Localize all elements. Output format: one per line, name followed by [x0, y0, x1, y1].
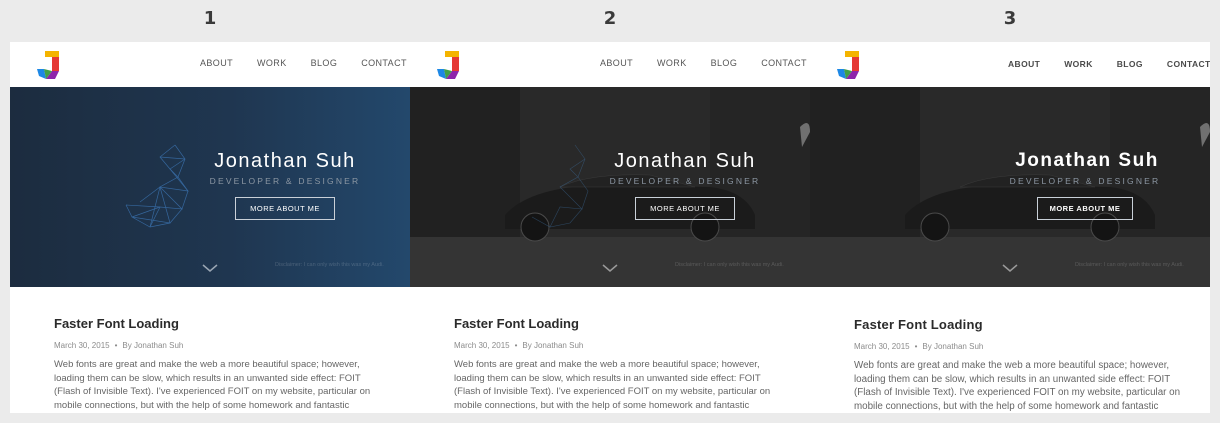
- post-title[interactable]: Faster Font Loading: [54, 316, 374, 331]
- more-about-me-button[interactable]: MORE ABOUT ME: [635, 197, 735, 220]
- hero-name: Jonathan Suh: [214, 150, 356, 172]
- site-header: ABOUT WORK BLOG CONTACT: [410, 42, 810, 87]
- nav-about[interactable]: ABOUT: [200, 58, 233, 68]
- j-logo-icon[interactable]: [35, 49, 63, 81]
- j-logo-icon[interactable]: [435, 49, 463, 81]
- car-photo-background: [410, 87, 810, 287]
- main-nav: ABOUT WORK BLOG CONTACT: [1008, 59, 1210, 69]
- nav-work[interactable]: WORK: [257, 58, 287, 68]
- post-excerpt: Web fonts are great and make the web a m…: [54, 359, 371, 411]
- screenshot-panel-1: ABOUT WORK BLOG CONTACT Jonathan Suh DEV…: [10, 42, 410, 413]
- nav-about[interactable]: ABOUT: [1008, 59, 1040, 69]
- post-date: March 30, 2015: [454, 341, 510, 350]
- more-about-me-button[interactable]: MORE ABOUT ME: [235, 197, 335, 220]
- stage-label-2: 2: [603, 8, 617, 29]
- chevron-down-icon[interactable]: [1002, 263, 1018, 273]
- hero-role: DEVELOPER & DESIGNER: [1009, 176, 1161, 186]
- nav-contact[interactable]: CONTACT: [1167, 59, 1210, 69]
- blog-post-preview: Faster Font Loading March 30, 2015 • By Jo…: [454, 316, 774, 412]
- post-title[interactable]: Faster Font Loading: [454, 316, 774, 331]
- blog-post-preview: Faster Font Loading March 30, 2015 • By Jo…: [854, 317, 1180, 413]
- post-title[interactable]: Faster Font Loading: [854, 317, 1174, 332]
- screenshot-panel-3: ABOUT WORK BLOG CONTACT Jonathan Suh DEV…: [810, 42, 1210, 413]
- nav-work[interactable]: WORK: [1064, 59, 1093, 69]
- post-date: March 30, 2015: [854, 342, 910, 351]
- main-nav: ABOUT WORK BLOG CONTACT: [200, 58, 410, 68]
- site-header: ABOUT WORK BLOG CONTACT: [10, 42, 410, 87]
- hero-role: DEVELOPER & DESIGNER: [209, 176, 361, 186]
- hero-name: Jonathan Suh: [614, 150, 756, 172]
- post-meta: March 30, 2015 • By Jonathan Suh: [454, 341, 774, 350]
- meta-separator: •: [114, 341, 118, 350]
- post-author: By Jonathan Suh: [922, 342, 984, 351]
- nav-blog[interactable]: BLOG: [1117, 59, 1143, 69]
- stage-label-1: 1: [203, 8, 217, 29]
- more-about-me-button[interactable]: MORE ABOUT ME: [1037, 197, 1133, 220]
- car-photo-background: [810, 87, 1210, 287]
- nav-blog[interactable]: BLOG: [711, 58, 738, 68]
- site-header: ABOUT WORK BLOG CONTACT: [810, 42, 1210, 87]
- nav-contact[interactable]: CONTACT: [761, 58, 807, 68]
- post-excerpt: Web fonts are great and make the web a m…: [854, 360, 1181, 412]
- hero-role: DEVELOPER & DESIGNER: [609, 176, 761, 186]
- hero-banner: Jonathan Suh DEVELOPER & DESIGNER MORE A…: [810, 87, 1210, 287]
- main-nav: ABOUT WORK BLOG CONTACT: [600, 58, 810, 68]
- hero-banner: Jonathan Suh DEVELOPER & DESIGNER MORE A…: [10, 87, 410, 287]
- hero-name: Jonathan Suh: [1015, 150, 1159, 171]
- hero-disclaimer: Disclaimer: I can only wish this was my …: [675, 262, 784, 268]
- hero-disclaimer: Disclaimer: I can only wish this was my …: [275, 262, 384, 268]
- hero-banner: Jonathan Suh DEVELOPER & DESIGNER MORE A…: [410, 87, 810, 287]
- nav-about[interactable]: ABOUT: [600, 58, 633, 68]
- meta-separator: •: [914, 342, 918, 351]
- post-meta: March 30, 2015 • By Jonathan Suh: [54, 341, 374, 350]
- post-date: March 30, 2015: [54, 341, 110, 350]
- screenshot-panel-2: ABOUT WORK BLOG CONTACT Jonathan Suh DEV…: [410, 42, 810, 413]
- blog-post-preview: Faster Font Loading March 30, 2015 • By Jo…: [54, 316, 374, 412]
- post-excerpt: Web fonts are great and make the web a m…: [454, 359, 771, 411]
- chevron-down-icon[interactable]: [202, 263, 218, 273]
- meta-separator: •: [514, 341, 518, 350]
- nav-blog[interactable]: BLOG: [311, 58, 338, 68]
- post-meta: March 30, 2015 • By Jonathan Suh: [854, 342, 1174, 351]
- geometric-j-illustration: [125, 144, 189, 228]
- post-author: By Jonathan Suh: [522, 341, 584, 350]
- hero-disclaimer: Disclaimer: I can only wish this was my …: [1075, 262, 1184, 268]
- nav-work[interactable]: WORK: [657, 58, 687, 68]
- j-logo-icon[interactable]: [835, 49, 863, 81]
- stage-label-3: 3: [1003, 8, 1017, 29]
- post-author: By Jonathan Suh: [122, 341, 184, 350]
- nav-contact[interactable]: CONTACT: [361, 58, 407, 68]
- chevron-down-icon[interactable]: [602, 263, 618, 273]
